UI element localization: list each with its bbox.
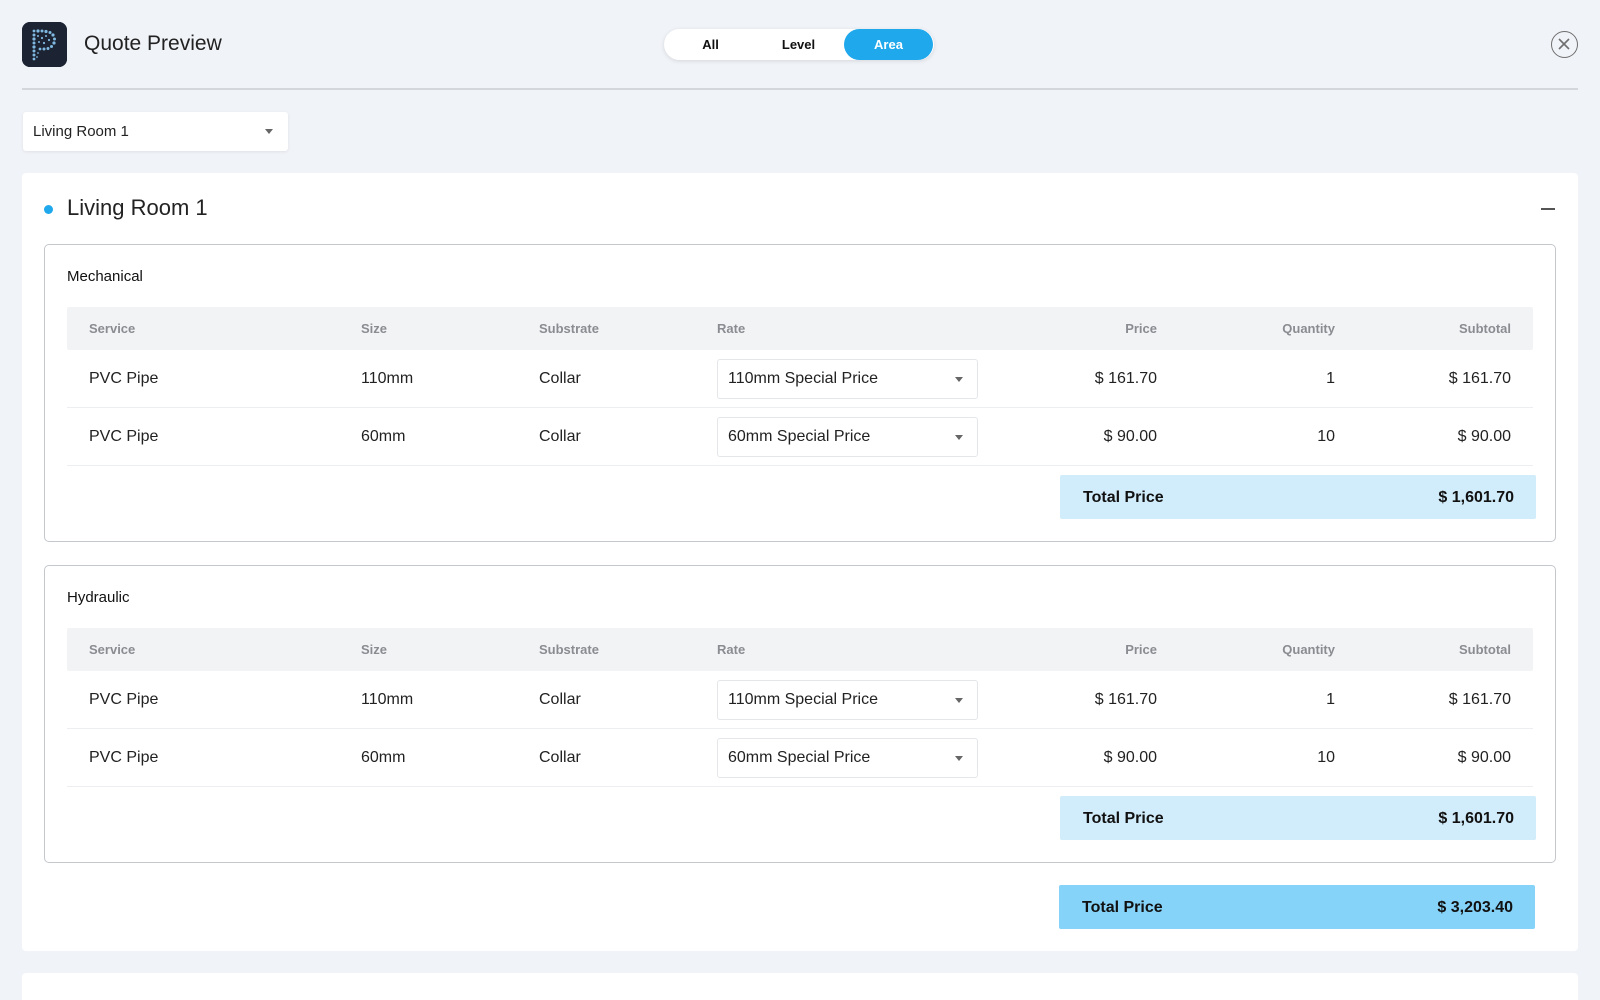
section-total-label: Total Price	[1083, 810, 1164, 827]
table-header: Service Size Substrate Rate Price Quanti…	[67, 628, 1533, 671]
cell-quantity: 10	[1317, 428, 1335, 445]
cell-substrate: Collar	[539, 691, 581, 708]
cell-price: $ 161.70	[1094, 691, 1157, 708]
cell-price: $ 161.70	[1094, 370, 1157, 387]
caret-down-icon	[955, 435, 963, 440]
cell-size: 60mm	[361, 749, 406, 766]
cell-quantity: 1	[1326, 370, 1335, 387]
section-total-label: Total Price	[1083, 489, 1164, 506]
cell-service: PVC Pipe	[89, 749, 159, 766]
cell-service: PVC Pipe	[89, 370, 159, 387]
cell-size: 60mm	[361, 428, 406, 445]
cell-service: PVC Pipe	[89, 691, 159, 708]
cell-size: 110mm	[361, 370, 414, 387]
table-row: PVC Pipe 110mm Collar 110mm Special Pric…	[67, 350, 1533, 408]
column-header-service: Service	[89, 642, 136, 657]
collapse-icon[interactable]	[1541, 208, 1555, 210]
table-row: PVC Pipe 110mm Collar 110mm Special Pric…	[67, 671, 1533, 729]
close-button[interactable]	[1551, 31, 1578, 58]
cell-quantity: 1	[1326, 691, 1335, 708]
column-header-size: Size	[361, 642, 388, 657]
column-header-service: Service	[89, 321, 136, 336]
cell-subtotal: $ 161.70	[1448, 370, 1511, 387]
column-header-rate: Rate	[717, 642, 746, 657]
column-header-price: Price	[1125, 642, 1157, 657]
app-title: Quote Preview	[84, 32, 222, 55]
area-title: Living Room 1	[67, 195, 208, 220]
area-card: Living Room 1 Mechanical Service Size Su…	[22, 173, 1578, 951]
section-total: Total Price $ 1,601.70	[1060, 475, 1536, 519]
rate-dropdown[interactable]: 110mm Special Price	[717, 680, 978, 720]
area-bullet-icon	[44, 205, 53, 214]
grand-total: Total Price $ 3,203.40	[1059, 885, 1535, 929]
column-header-rate: Rate	[717, 321, 746, 336]
table-row: PVC Pipe 60mm Collar 60mm Special Price …	[67, 729, 1533, 787]
column-header-quantity: Quantity	[1282, 642, 1335, 657]
cell-subtotal: $ 161.70	[1448, 691, 1511, 708]
column-header-quantity: Quantity	[1282, 321, 1335, 336]
next-area-card	[22, 973, 1578, 1000]
section-title: Hydraulic	[67, 589, 130, 606]
grand-total-value: $ 3,203.40	[1437, 899, 1513, 916]
app-logo-icon	[22, 22, 67, 67]
caret-down-icon	[955, 377, 963, 382]
grand-total-label: Total Price	[1082, 899, 1163, 916]
cell-substrate: Collar	[539, 749, 581, 766]
tab-level[interactable]: Level	[754, 29, 843, 60]
area-dropdown-value: Living Room 1	[33, 123, 129, 140]
section-total-value: $ 1,601.70	[1438, 489, 1514, 506]
cell-service: PVC Pipe	[89, 428, 159, 445]
section-title: Mechanical	[67, 268, 143, 285]
rate-dropdown-value: 60mm Special Price	[728, 749, 871, 766]
caret-down-icon	[955, 698, 963, 703]
rate-dropdown[interactable]: 60mm Special Price	[717, 738, 978, 778]
column-header-price: Price	[1125, 321, 1157, 336]
column-header-subtotal: Subtotal	[1459, 642, 1511, 657]
table-row: PVC Pipe 60mm Collar 60mm Special Price …	[67, 408, 1533, 466]
cell-size: 110mm	[361, 691, 414, 708]
area-dropdown[interactable]: Living Room 1	[23, 112, 288, 151]
rate-dropdown-value: 60mm Special Price	[728, 428, 871, 445]
tab-area[interactable]: Area	[844, 29, 933, 60]
column-header-size: Size	[361, 321, 388, 336]
caret-down-icon	[265, 129, 273, 134]
cell-subtotal: $ 90.00	[1457, 749, 1511, 766]
section-mechanical: Mechanical Service Size Substrate Rate P…	[44, 244, 1556, 542]
view-mode-toggle: All Level Area	[664, 29, 934, 60]
rate-dropdown-value: 110mm Special Price	[728, 370, 878, 387]
section-hydraulic: Hydraulic Service Size Substrate Rate Pr…	[44, 565, 1556, 863]
column-header-subtotal: Subtotal	[1459, 321, 1511, 336]
tab-all[interactable]: All	[666, 29, 755, 60]
table-header: Service Size Substrate Rate Price Quanti…	[67, 307, 1533, 350]
caret-down-icon	[955, 756, 963, 761]
rate-dropdown[interactable]: 60mm Special Price	[717, 417, 978, 457]
close-icon	[1558, 38, 1570, 50]
cell-subtotal: $ 90.00	[1457, 428, 1511, 445]
cell-substrate: Collar	[539, 428, 581, 445]
column-header-substrate: Substrate	[539, 642, 599, 657]
rate-dropdown[interactable]: 110mm Special Price	[717, 359, 978, 399]
rate-dropdown-value: 110mm Special Price	[728, 691, 878, 708]
section-total: Total Price $ 1,601.70	[1060, 796, 1536, 840]
header-divider	[22, 88, 1578, 90]
cell-quantity: 10	[1317, 749, 1335, 766]
cell-price: $ 90.00	[1103, 428, 1157, 445]
cell-substrate: Collar	[539, 370, 581, 387]
section-total-value: $ 1,601.70	[1438, 810, 1514, 827]
cell-price: $ 90.00	[1103, 749, 1157, 766]
column-header-substrate: Substrate	[539, 321, 599, 336]
